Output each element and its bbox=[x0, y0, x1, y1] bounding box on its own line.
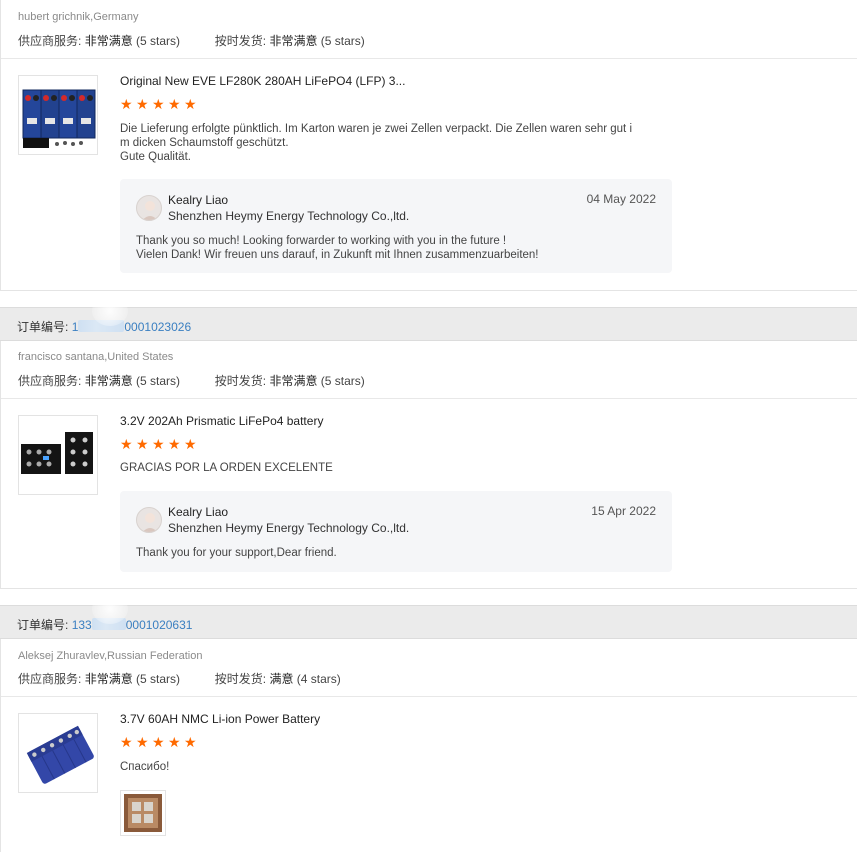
reply-author: Kealry Liao bbox=[168, 193, 229, 207]
review-text: Die Lieferung erfolgte pünktlich. Im Kar… bbox=[120, 122, 650, 164]
product-image[interactable] bbox=[18, 713, 98, 793]
star-icon: ★ bbox=[168, 97, 181, 113]
product-title-link[interactable]: 3.2V 202Ah Prismatic LiFePo4 battery bbox=[120, 414, 323, 428]
shipping-stars: (5 stars) bbox=[320, 374, 365, 388]
supplier-service-stars: (5 stars) bbox=[136, 672, 181, 686]
rating-stars: ★ ★ ★ ★ ★ bbox=[120, 735, 197, 751]
supplier-service-label: 供应商服务: bbox=[18, 374, 82, 388]
shipping-stars: (5 stars) bbox=[320, 34, 365, 48]
reply-author: Kealry Liao bbox=[168, 505, 229, 519]
reply-line: Thank you so much! Looking forwarder to … bbox=[136, 235, 507, 247]
order-number-label: 订单编号: bbox=[17, 320, 69, 334]
seller-reply: Kealry Liao Shenzhen Heymy Energy Techno… bbox=[120, 179, 672, 273]
shipping-label: 按时发货: bbox=[214, 672, 267, 686]
review-line: GRACIAS POR LA ORDEN EXCELENTE bbox=[120, 462, 333, 474]
star-icon: ★ bbox=[168, 735, 181, 751]
reply-company: Shenzhen Heymy Energy Technology Co.,ltd… bbox=[168, 209, 410, 223]
star-icon: ★ bbox=[184, 735, 197, 751]
product-title-link[interactable]: Original New EVE LF280K 280AH LiFePO4 (L… bbox=[120, 74, 405, 88]
reply-line: Thank you for your support,Dear friend. bbox=[136, 547, 337, 559]
seller-ratings: 供应商服务: 非常满意 (5 stars) 按时发货: 非常满意 (5 star… bbox=[18, 32, 365, 49]
buyer-name: Aleksej Zhuravlev,Russian Federation bbox=[18, 650, 203, 662]
product-image[interactable] bbox=[18, 415, 98, 495]
star-icon: ★ bbox=[168, 437, 181, 453]
supplier-service-value: 非常满意 bbox=[84, 34, 133, 48]
review-line: m dicken Schaumstoff geschützt. bbox=[120, 137, 289, 149]
buyer-name: francisco santana,United States bbox=[18, 351, 174, 363]
review-card: francisco santana,United States 供应商服务: 非… bbox=[0, 341, 857, 589]
divider bbox=[1, 58, 857, 59]
supplier-service-label: 供应商服务: bbox=[18, 34, 82, 48]
buyer-name: hubert grichnik,Germany bbox=[18, 11, 139, 23]
supplier-service-stars: (5 stars) bbox=[136, 34, 181, 48]
review-card: Aleksej Zhuravlev,Russian Federation 供应商… bbox=[0, 639, 857, 852]
review-card: hubert grichnik,Germany 供应商服务: 非常满意 (5 s… bbox=[0, 0, 857, 291]
order-number-link[interactable]: 1 0001023026 bbox=[72, 320, 191, 334]
shipping-stars: (4 stars) bbox=[296, 672, 341, 686]
star-icon: ★ bbox=[184, 97, 197, 113]
star-icon: ★ bbox=[136, 97, 149, 113]
avatar bbox=[136, 507, 162, 533]
star-icon: ★ bbox=[152, 97, 165, 113]
divider bbox=[1, 398, 857, 399]
review-text: GRACIAS POR LA ORDEN EXCELENTE bbox=[120, 461, 650, 475]
product-title-link[interactable]: 3.7V 60AH NMC Li-ion Power Battery bbox=[120, 712, 320, 726]
review-line: Спасибо! bbox=[120, 761, 170, 773]
review-line: Gute Qualität. bbox=[120, 151, 191, 163]
shipping-label: 按时发货: bbox=[214, 374, 267, 388]
avatar bbox=[136, 195, 162, 221]
divider bbox=[1, 696, 857, 697]
reply-date: 15 Apr 2022 bbox=[591, 504, 656, 518]
supplier-service-stars: (5 stars) bbox=[136, 374, 181, 388]
order-header: 订单编号: 133 0001020631 bbox=[0, 605, 857, 639]
star-icon: ★ bbox=[152, 735, 165, 751]
star-icon: ★ bbox=[152, 437, 165, 453]
star-icon: ★ bbox=[120, 437, 133, 453]
reply-text: Thank you for your support,Dear friend. bbox=[136, 546, 656, 560]
review-photo[interactable] bbox=[120, 790, 166, 836]
rating-stars: ★ ★ ★ ★ ★ bbox=[120, 437, 197, 453]
shipping-label: 按时发货: bbox=[214, 34, 267, 48]
reply-company: Shenzhen Heymy Energy Technology Co.,ltd… bbox=[168, 521, 410, 535]
order-number-link[interactable]: 133 0001020631 bbox=[72, 618, 192, 632]
shipping-value: 满意 bbox=[269, 672, 294, 686]
review-text: Спасибо! bbox=[120, 760, 650, 774]
seller-ratings: 供应商服务: 非常满意 (5 stars) 按时发货: 满意 (4 stars) bbox=[18, 670, 341, 687]
star-icon: ★ bbox=[120, 97, 133, 113]
review-line: Die Lieferung erfolgte pünktlich. Im Kar… bbox=[120, 123, 632, 135]
shipping-value: 非常满意 bbox=[269, 34, 318, 48]
reply-line: Vielen Dank! Wir freuen uns darauf, in Z… bbox=[136, 249, 539, 261]
supplier-service-label: 供应商服务: bbox=[18, 672, 82, 686]
supplier-service-value: 非常满意 bbox=[84, 672, 133, 686]
seller-ratings: 供应商服务: 非常满意 (5 stars) 按时发货: 非常满意 (5 star… bbox=[18, 372, 365, 389]
supplier-service-value: 非常满意 bbox=[84, 374, 133, 388]
star-icon: ★ bbox=[120, 735, 133, 751]
star-icon: ★ bbox=[136, 437, 149, 453]
reply-text: Thank you so much! Looking forwarder to … bbox=[136, 234, 656, 262]
shipping-value: 非常满意 bbox=[269, 374, 318, 388]
order-header: 订单编号: 1 0001023026 bbox=[0, 307, 857, 341]
rating-stars: ★ ★ ★ ★ ★ bbox=[120, 97, 197, 113]
seller-reply: Kealry Liao Shenzhen Heymy Energy Techno… bbox=[120, 491, 672, 572]
product-image[interactable] bbox=[18, 75, 98, 155]
order-number-label: 订单编号: bbox=[17, 618, 69, 632]
reply-date: 04 May 2022 bbox=[586, 192, 656, 206]
star-icon: ★ bbox=[136, 735, 149, 751]
star-icon: ★ bbox=[184, 437, 197, 453]
